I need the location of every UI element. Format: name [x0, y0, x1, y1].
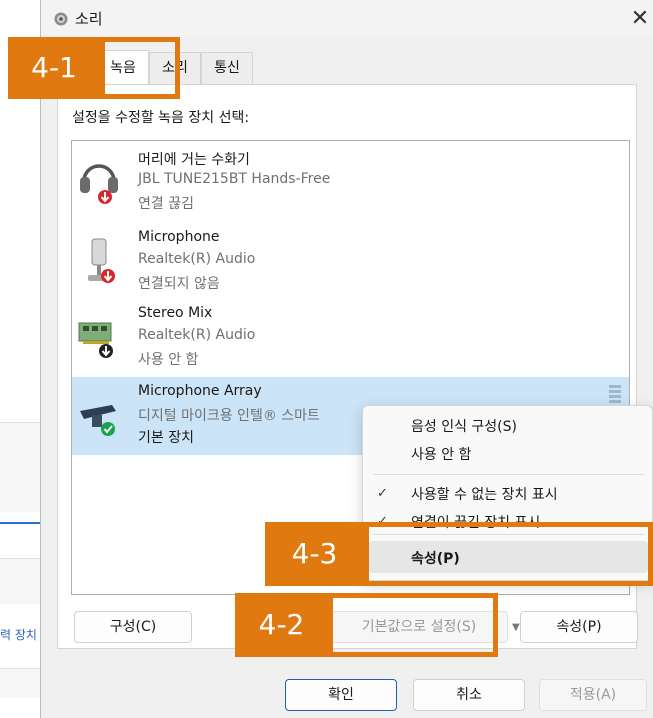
chevron-down-icon[interactable]: ▼: [512, 622, 520, 633]
device-item[interactable]: Microphone Realtek(R) Audio 연결되지 않음: [72, 223, 629, 301]
headset-icon: [78, 155, 120, 207]
device-driver: 디지털 마이크용 인텔® 스마트: [138, 408, 320, 424]
device-status: 기본 장치: [138, 430, 194, 446]
speaker-icon: [53, 11, 69, 27]
device-name: Microphone Array: [138, 383, 262, 399]
menu-separator: [373, 474, 644, 475]
background-panel: [0, 422, 44, 512]
menu-item-disable[interactable]: 사용 안 함: [411, 444, 471, 464]
annotation-box: [364, 522, 653, 586]
title-bar[interactable]: 소리 ✕: [41, 0, 653, 38]
device-driver: Realtek(R) Audio: [138, 251, 256, 267]
device-status: 연결되지 않음: [138, 276, 220, 292]
annotation-label: 4-3: [265, 522, 364, 586]
annotation-label: 4-2: [235, 593, 328, 657]
window-title: 소리: [75, 10, 103, 28]
configure-button[interactable]: 구성(C): [74, 611, 192, 643]
device-item[interactable]: Stereo Mix Realtek(R) Audio 사용 안 함: [72, 299, 629, 377]
tab-communications[interactable]: 통신: [201, 52, 253, 84]
annotation-box: [328, 593, 498, 657]
microphone-icon: [78, 235, 120, 287]
annotation-label: 4-1: [8, 37, 100, 99]
instruction-text: 설정을 수정할 녹음 장치 선택:: [72, 110, 250, 126]
circuit-board-icon: [78, 311, 120, 363]
close-icon: ✕: [630, 6, 650, 31]
annotation-box: [100, 37, 180, 99]
device-driver: Realtek(R) Audio: [138, 327, 256, 343]
menu-item-show-disabled-devices[interactable]: 사용할 수 없는 장치 표시: [411, 484, 558, 504]
device-name: Microphone: [138, 229, 220, 245]
device-status: 사용 안 함: [138, 352, 199, 368]
level-meter: [609, 385, 621, 405]
device-driver: JBL TUNE215BT Hands-Free: [138, 171, 331, 187]
mic-array-icon: [78, 389, 120, 441]
background-panel: [0, 668, 44, 698]
cancel-button[interactable]: 취소: [413, 679, 525, 711]
properties-button[interactable]: 속성(P): [520, 611, 638, 643]
apply-button[interactable]: 적용(A): [539, 679, 647, 711]
menu-item-configure-speech[interactable]: 음성 인식 구성(S): [411, 416, 517, 436]
background-app: 력 장치: [0, 0, 44, 718]
device-name: 머리에 거는 수화기: [138, 152, 250, 168]
device-name: Stereo Mix: [138, 305, 213, 321]
ok-button[interactable]: 확인: [285, 679, 397, 711]
device-item[interactable]: 머리에 거는 수화기 JBL TUNE215BT Hands-Free 연결 끊…: [72, 143, 629, 221]
checkmark-icon: ✓: [377, 486, 388, 501]
background-panel: [0, 558, 44, 604]
background-app-text: 력 장치: [0, 628, 37, 642]
device-status: 연결 끊김: [138, 196, 194, 212]
close-button[interactable]: ✕: [626, 4, 653, 34]
background-accent-line: [0, 522, 44, 524]
